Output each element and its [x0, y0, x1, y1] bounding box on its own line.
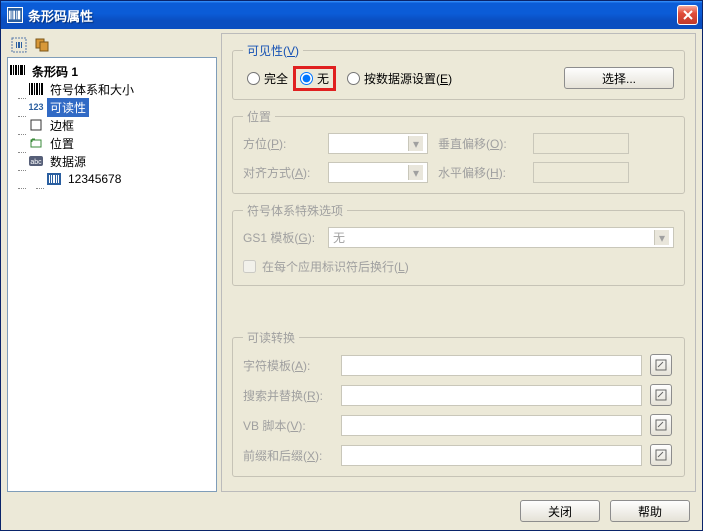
gs1-template-combo[interactable]: 无▾: [328, 227, 674, 248]
prefix-suffix-edit-button[interactable]: [650, 444, 672, 466]
radio-full[interactable]: 完全: [243, 69, 292, 88]
prefix-suffix-input[interactable]: [341, 445, 642, 466]
number-123-icon: 123: [28, 100, 44, 114]
orientation-combo[interactable]: ▾: [328, 133, 428, 154]
search-replace-input[interactable]: [341, 385, 642, 406]
tree-item-data-12345678[interactable]: 12345678: [10, 170, 214, 188]
tree-item-symbology[interactable]: 符号体系和大小: [10, 80, 214, 98]
tree-root-label: 条形码 1: [29, 62, 81, 81]
radio-by-source[interactable]: 按数据源设置(E): [343, 69, 456, 88]
tree-item-position[interactable]: 位置: [10, 134, 214, 152]
wrap-checkbox-label: 在每个应用标识符后换行(L): [262, 258, 409, 275]
svg-text:abc: abc: [30, 159, 42, 166]
tree-item-label: 边框: [47, 116, 77, 135]
edit-icon: [655, 389, 667, 401]
tree-pane[interactable]: 条形码 1 符号体系和大小 123 可读性: [7, 57, 217, 492]
close-icon: [683, 10, 693, 20]
char-template-edit-button[interactable]: [650, 354, 672, 376]
voffset-input[interactable]: [533, 133, 629, 154]
group-symbol-opts: 符号体系特殊选项 GS1 模板(G): 无▾ 在每个应用标识符后换行(L): [232, 202, 685, 286]
group-visibility: 可见性(V) 完全 无 按数据源设置(E) 选择...: [232, 42, 685, 100]
tree-item-datasource[interactable]: abc 数据源: [10, 152, 214, 170]
barcode-lines-icon: [28, 82, 44, 96]
tree-item-label: 数据源: [47, 152, 89, 171]
close-button[interactable]: 关闭: [520, 500, 600, 522]
datasource-icon: abc: [28, 154, 44, 168]
hoffset-label: 水平偏移(H):: [438, 164, 523, 181]
copy-icon[interactable]: [32, 35, 52, 55]
barcode-root-icon: [10, 64, 26, 78]
edit-icon: [655, 419, 667, 431]
group-transforms-legend: 可读转换: [243, 329, 299, 346]
app-icon: [7, 7, 23, 23]
bottom-bar: 关闭 帮助: [7, 492, 696, 524]
square-icon: [28, 118, 44, 132]
edit-icon: [655, 359, 667, 371]
tree: 条形码 1 符号体系和大小 123 可读性: [8, 58, 216, 192]
tree-item-readability[interactable]: 123 可读性: [10, 98, 214, 116]
tree-item-label: 12345678: [65, 171, 124, 187]
vbscript-input[interactable]: [341, 415, 642, 436]
hoffset-input[interactable]: [533, 162, 629, 183]
chevron-down-icon: ▾: [408, 165, 423, 180]
radio-none-label: 无: [317, 70, 329, 87]
tree-root[interactable]: 条形码 1: [10, 62, 214, 80]
select-barcode-icon[interactable]: [9, 35, 29, 55]
group-position: 位置 方位(P): ▾ 垂直偏移(O): 对齐方式(A): ▾ 水平偏移(H):: [232, 108, 685, 194]
close-window-button[interactable]: [677, 5, 698, 25]
left-toolbar: [7, 33, 217, 57]
tree-item-label: 位置: [47, 134, 77, 153]
search-replace-label: 搜索并替换(R):: [243, 387, 333, 404]
group-visibility-legend: 可见性(V): [243, 42, 303, 59]
prefix-suffix-label: 前缀和后缀(X):: [243, 447, 333, 464]
gs1-template-value: 无: [333, 229, 345, 246]
group-symbol-opts-legend: 符号体系特殊选项: [243, 202, 347, 219]
radio-by-source-label: 按数据源设置(E): [364, 70, 452, 87]
group-position-legend: 位置: [243, 108, 275, 125]
radio-by-source-input[interactable]: [347, 72, 360, 85]
align-label: 对齐方式(A):: [243, 164, 318, 181]
voffset-label: 垂直偏移(O):: [438, 135, 523, 152]
gs1-label: GS1 模板(G):: [243, 229, 318, 246]
client-area: 条形码 1 符号体系和大小 123 可读性: [1, 29, 702, 530]
vbscript-edit-button[interactable]: [650, 414, 672, 436]
radio-none-input[interactable]: [300, 72, 313, 85]
tree-item-label: 可读性: [47, 98, 89, 117]
left-panel: 条形码 1 符号体系和大小 123 可读性: [7, 33, 217, 492]
radio-none[interactable]: 无: [296, 69, 333, 88]
position-icon: [28, 136, 44, 150]
orientation-label: 方位(P):: [243, 135, 318, 152]
help-button[interactable]: 帮助: [610, 500, 690, 522]
titlebar: 条形码属性: [1, 1, 702, 29]
search-replace-edit-button[interactable]: [650, 384, 672, 406]
char-template-label: 字符模板(A):: [243, 357, 333, 374]
edit-icon: [655, 449, 667, 461]
radio-full-input[interactable]: [247, 72, 260, 85]
data-item-icon: [46, 172, 62, 186]
char-template-input[interactable]: [341, 355, 642, 376]
wrap-checkbox[interactable]: [243, 260, 256, 273]
window-title: 条形码属性: [28, 6, 677, 25]
group-transforms: 可读转换 字符模板(A): 搜索并替换(R): VB 脚本(V):: [232, 329, 685, 477]
chevron-down-icon: ▾: [654, 230, 669, 245]
align-combo[interactable]: ▾: [328, 162, 428, 183]
radio-full-label: 完全: [264, 70, 288, 87]
chevron-down-icon: ▾: [408, 136, 423, 151]
vbscript-label: VB 脚本(V):: [243, 417, 333, 434]
tree-item-border[interactable]: 边框: [10, 116, 214, 134]
right-panel: 可见性(V) 完全 无 按数据源设置(E) 选择...: [221, 33, 696, 492]
tree-item-label: 符号体系和大小: [47, 80, 137, 99]
select-button[interactable]: 选择...: [564, 67, 674, 89]
